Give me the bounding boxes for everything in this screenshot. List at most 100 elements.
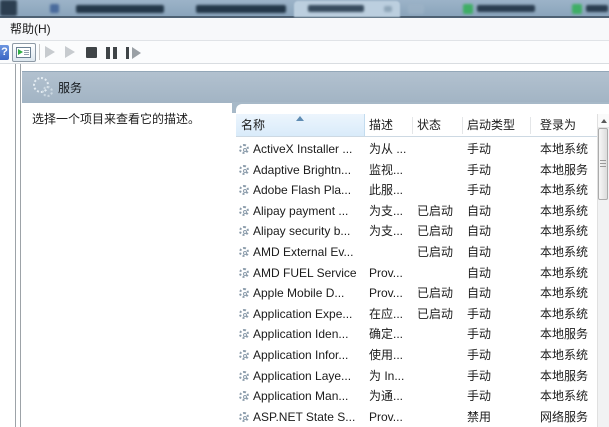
service-description: Prov...: [369, 283, 413, 304]
service-logon-as: 本地系统: [540, 345, 598, 366]
table-row[interactable]: Application Laye... 为 In... 手动 本地服务: [236, 366, 609, 387]
table-row[interactable]: AMD FUEL Service Prov... 自动 本地系统: [236, 263, 609, 284]
service-gear-icon: [239, 391, 249, 401]
console-window-icon[interactable]: [12, 43, 36, 62]
service-name: Adobe Flash Pla...: [253, 180, 365, 201]
service-gear-icon: [239, 329, 249, 339]
pane-divider[interactable]: [15, 64, 16, 427]
service-gear-icon: [239, 412, 249, 422]
blurred-tab[interactable]: [76, 5, 164, 13]
column-header-name-label[interactable]: 名称: [241, 114, 265, 136]
service-status: 已启动: [417, 283, 465, 304]
service-logon-as: 本地系统: [540, 263, 598, 284]
blurred-tab[interactable]: [196, 5, 286, 13]
service-logon-as: 本地系统: [540, 180, 598, 201]
table-row[interactable]: ASP.NET State S... Prov... 禁用 网络服务: [236, 407, 609, 427]
service-status: [417, 366, 465, 387]
service-gear-icon: [239, 165, 249, 175]
column-header-startup[interactable]: 启动类型: [467, 114, 515, 136]
scroll-up-icon[interactable]: [598, 114, 609, 128]
services-panel-header: 服务: [22, 71, 609, 103]
service-description: 监视...: [369, 160, 413, 181]
resume-service-icon[interactable]: [65, 46, 75, 58]
service-status: [417, 180, 465, 201]
service-logon-as: 本地系统: [540, 386, 598, 407]
menu-item-help[interactable]: 帮助(H): [5, 18, 56, 41]
thumb-grip: [600, 160, 606, 161]
blurred-tab[interactable]: [586, 5, 608, 12]
blurred-taskbar: [0, 0, 609, 18]
service-gear-icon: [239, 350, 249, 360]
blurred-new-tab-icon[interactable]: [408, 4, 424, 14]
service-name: AMD FUEL Service: [253, 263, 365, 284]
help-icon[interactable]: ?: [0, 45, 9, 60]
pause-service-icon[interactable]: [106, 47, 110, 59]
service-description: 确定...: [369, 324, 413, 345]
restart-service-icon[interactable]: [126, 47, 142, 59]
column-header-desc[interactable]: 描述: [369, 114, 393, 136]
service-gear-icon: [239, 144, 249, 154]
blurred-favicon: [50, 4, 59, 13]
service-logon-as: 本地系统: [540, 304, 598, 325]
service-gear-icon: [239, 371, 249, 381]
table-row[interactable]: Adaptive Brightn... 监视... 手动 本地服务: [236, 160, 609, 181]
blurred-window-block[interactable]: [0, 0, 17, 16]
pane-divider[interactable]: [20, 64, 21, 427]
service-startup-type: 手动: [467, 366, 529, 387]
table-row[interactable]: AMD External Ev... 已启动 自动 本地系统: [236, 242, 609, 263]
column-separator[interactable]: [412, 117, 413, 134]
table-row[interactable]: Alipay payment ... 为支... 已启动 自动 本地系统: [236, 201, 609, 222]
service-name: Application Man...: [253, 386, 365, 407]
service-description: [369, 242, 413, 263]
service-status: [417, 345, 465, 366]
table-row[interactable]: Application Expe... 在应... 已启动 手动 本地系统: [236, 304, 609, 325]
services-gears-icon: [33, 77, 53, 97]
service-logon-as: 本地系统: [540, 139, 598, 160]
service-description: 使用...: [369, 345, 413, 366]
column-separator[interactable]: [462, 117, 463, 134]
service-status: 已启动: [417, 221, 465, 242]
scrollbar-thumb[interactable]: [598, 128, 608, 200]
column-header-status[interactable]: 状态: [417, 114, 441, 136]
table-row[interactable]: Alipay security b... 为支... 已启动 自动 本地系统: [236, 221, 609, 242]
service-description: 为 In...: [369, 366, 413, 387]
blurred-tab[interactable]: [477, 5, 535, 12]
list-header-row: 名称 描述 状态 启动类型 登录为: [236, 114, 609, 137]
description-placeholder-text: 选择一个项目来查看它的描述。: [32, 111, 222, 127]
service-gear-icon: [239, 185, 249, 195]
service-description: 为从 ...: [369, 139, 413, 160]
vertical-scrollbar[interactable]: [597, 114, 609, 427]
toolbar: ?: [0, 41, 609, 64]
services-rows: ActiveX Installer ... 为从 ... 手动 本地系统 Ada…: [236, 139, 609, 427]
table-row[interactable]: Application Man... 为通... 手动 本地系统: [236, 386, 609, 407]
service-startup-type: 手动: [467, 139, 529, 160]
table-row[interactable]: ActiveX Installer ... 为从 ... 手动 本地系统: [236, 139, 609, 160]
service-startup-type: 手动: [467, 386, 529, 407]
blurred-close-icon[interactable]: [384, 6, 392, 12]
column-header-logon[interactable]: 登录为: [540, 114, 576, 136]
service-name: Adaptive Brightn...: [253, 160, 365, 181]
service-description: Prov...: [369, 407, 413, 427]
service-startup-type: 自动: [467, 283, 529, 304]
green-app-icon: [463, 4, 473, 14]
service-name: Alipay security b...: [253, 221, 365, 242]
service-gear-icon: [239, 309, 249, 319]
table-row[interactable]: Application Infor... 使用... 手动 本地系统: [236, 345, 609, 366]
service-name: Application Laye...: [253, 366, 365, 387]
service-name: Alipay payment ...: [253, 201, 365, 222]
table-row[interactable]: Application Iden... 确定... 手动 本地服务: [236, 324, 609, 345]
service-logon-as: 本地服务: [540, 366, 598, 387]
stop-service-icon[interactable]: [86, 47, 97, 58]
service-startup-type: 禁用: [467, 407, 529, 427]
service-description: 此服...: [369, 180, 413, 201]
service-description: 为通...: [369, 386, 413, 407]
service-startup-type: 自动: [467, 242, 529, 263]
menu-bar: 帮助(H): [0, 18, 609, 41]
table-row[interactable]: Adobe Flash Pla... 此服... 手动 本地系统: [236, 180, 609, 201]
column-separator[interactable]: [530, 117, 531, 134]
table-row[interactable]: Apple Mobile D... Prov... 已启动 自动 本地系统: [236, 283, 609, 304]
sort-ascending-icon: [296, 116, 304, 121]
start-service-icon[interactable]: [45, 46, 55, 58]
panel-title: 服务: [58, 76, 82, 100]
service-gear-icon: [239, 288, 249, 298]
